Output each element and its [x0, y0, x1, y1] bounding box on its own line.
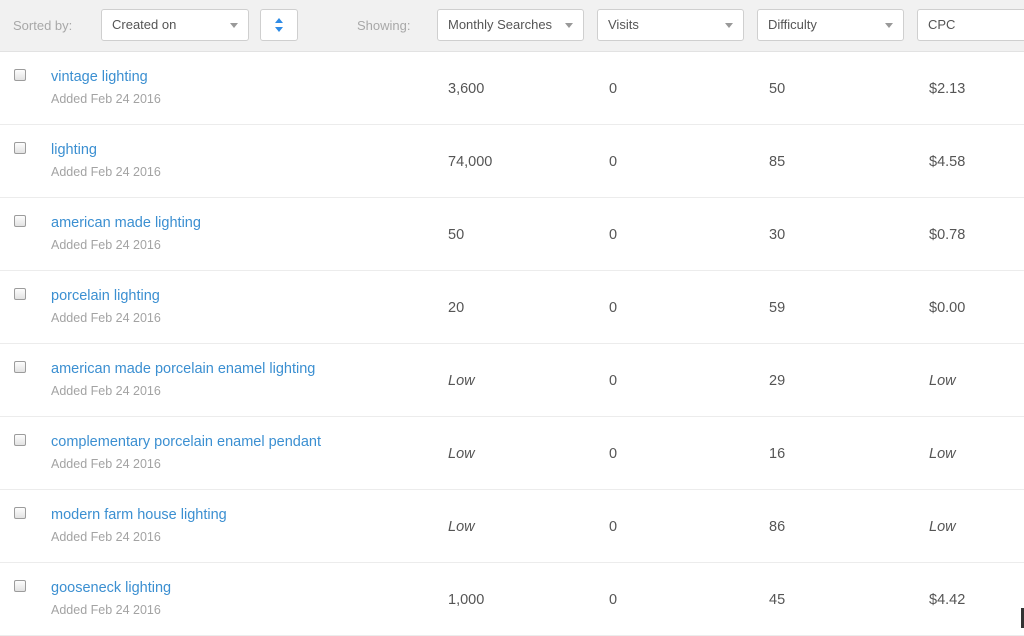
monthly-searches-value: 74,000: [448, 154, 493, 170]
cpc-value: $0.78: [929, 227, 966, 243]
cpc-value: Low: [929, 373, 956, 389]
keyword-row: american made lighting Added Feb 24 2016 5…: [0, 198, 1024, 271]
row-checkbox[interactable]: [14, 434, 26, 446]
keyword-link[interactable]: porcelain lighting: [51, 288, 160, 304]
row-checkbox[interactable]: [14, 361, 26, 373]
chevron-down-icon: [885, 23, 893, 28]
column-select-label: Difficulty: [768, 17, 817, 32]
keyword-link[interactable]: lighting: [51, 142, 97, 158]
column-select-label: Monthly Searches: [448, 17, 553, 32]
monthly-searches-value: 50: [448, 227, 465, 243]
difficulty-value: 45: [769, 592, 786, 608]
difficulty-value: 50: [769, 81, 786, 97]
keyword-row: vintage lighting Added Feb 24 2016 3,600 0 5…: [0, 52, 1024, 125]
toolbar: Sorted by: Created on Showing: Monthly S…: [0, 0, 1024, 52]
cpc-value: $4.42: [929, 592, 966, 608]
difficulty-value: 29: [769, 373, 786, 389]
cpc-value: Low: [929, 446, 956, 462]
chevron-down-icon: [565, 23, 573, 28]
column-select-difficulty[interactable]: Difficulty: [757, 9, 904, 41]
keyword-link[interactable]: complementary porcelain enamel pendant: [51, 434, 321, 450]
monthly-searches-value: 1,000: [448, 592, 485, 608]
keyword-row: lighting Added Feb 24 2016 74,000 0 85 $4.58: [0, 125, 1024, 198]
keyword-row: american made porcelain enamel lighting A…: [0, 344, 1024, 417]
difficulty-value: 16: [769, 446, 786, 462]
row-checkbox[interactable]: [14, 507, 26, 519]
column-select-label: CPC: [928, 17, 956, 32]
added-date: Added Feb 24 2016: [51, 384, 161, 398]
keyword-list: vintage lighting Added Feb 24 2016 3,600 0 5…: [0, 52, 1024, 636]
added-date: Added Feb 24 2016: [51, 311, 161, 325]
added-date: Added Feb 24 2016: [51, 92, 161, 106]
keyword-link[interactable]: american made lighting: [51, 215, 201, 231]
sort-arrows-icon: [275, 18, 283, 32]
added-date: Added Feb 24 2016: [51, 530, 161, 544]
keyword-row: modern farm house lighting Added Feb 24 2…: [0, 490, 1024, 563]
column-select-cpc[interactable]: CPC: [917, 9, 1024, 41]
visits-value: 0: [609, 592, 618, 608]
row-checkbox[interactable]: [14, 580, 26, 592]
keyword-row: complementary porcelain enamel pendant Ad…: [0, 417, 1024, 490]
difficulty-value: 59: [769, 300, 786, 316]
keyword-link[interactable]: gooseneck lighting: [51, 580, 171, 596]
monthly-searches-value: 20: [448, 300, 465, 316]
keyword-row: porcelain lighting Added Feb 24 2016 20 0 59…: [0, 271, 1024, 344]
sort-by-value: Created on: [112, 17, 177, 32]
sort-by-select[interactable]: Created on: [101, 9, 249, 41]
column-select-monthly-searches[interactable]: Monthly Searches: [437, 9, 584, 41]
keyword-link[interactable]: vintage lighting: [51, 69, 148, 85]
keyword-row: gooseneck lighting Added Feb 24 2016 1,000…: [0, 563, 1024, 636]
sorted-by-label: Sorted by:: [13, 18, 73, 33]
added-date: Added Feb 24 2016: [51, 238, 161, 252]
chevron-down-icon: [230, 23, 238, 28]
cpc-value: $4.58: [929, 154, 966, 170]
added-date: Added Feb 24 2016: [51, 165, 161, 179]
row-checkbox[interactable]: [14, 288, 26, 300]
chevron-down-icon: [725, 23, 733, 28]
monthly-searches-value: Low: [448, 373, 475, 389]
row-checkbox[interactable]: [14, 142, 26, 154]
cpc-value: $0.00: [929, 300, 966, 316]
row-checkbox[interactable]: [14, 69, 26, 81]
difficulty-value: 86: [769, 519, 786, 535]
monthly-searches-value: Low: [448, 519, 475, 535]
monthly-searches-value: Low: [448, 446, 475, 462]
sort-direction-toggle[interactable]: [260, 9, 298, 41]
keyword-link[interactable]: american made porcelain enamel lighting: [51, 361, 315, 377]
visits-value: 0: [609, 227, 618, 243]
row-checkbox[interactable]: [14, 215, 26, 227]
added-date: Added Feb 24 2016: [51, 457, 161, 471]
visits-value: 0: [609, 373, 618, 389]
column-select-visits[interactable]: Visits: [597, 9, 744, 41]
column-select-label: Visits: [608, 17, 639, 32]
visits-value: 0: [609, 519, 618, 535]
monthly-searches-value: 3,600: [448, 81, 485, 97]
visits-value: 0: [609, 154, 618, 170]
cpc-value: Low: [929, 519, 956, 535]
difficulty-value: 30: [769, 227, 786, 243]
visits-value: 0: [609, 446, 618, 462]
cpc-value: $2.13: [929, 81, 966, 97]
keyword-link[interactable]: modern farm house lighting: [51, 507, 227, 523]
difficulty-value: 85: [769, 154, 786, 170]
visits-value: 0: [609, 300, 618, 316]
visits-value: 0: [609, 81, 618, 97]
added-date: Added Feb 24 2016: [51, 603, 161, 617]
showing-label: Showing:: [357, 18, 411, 33]
